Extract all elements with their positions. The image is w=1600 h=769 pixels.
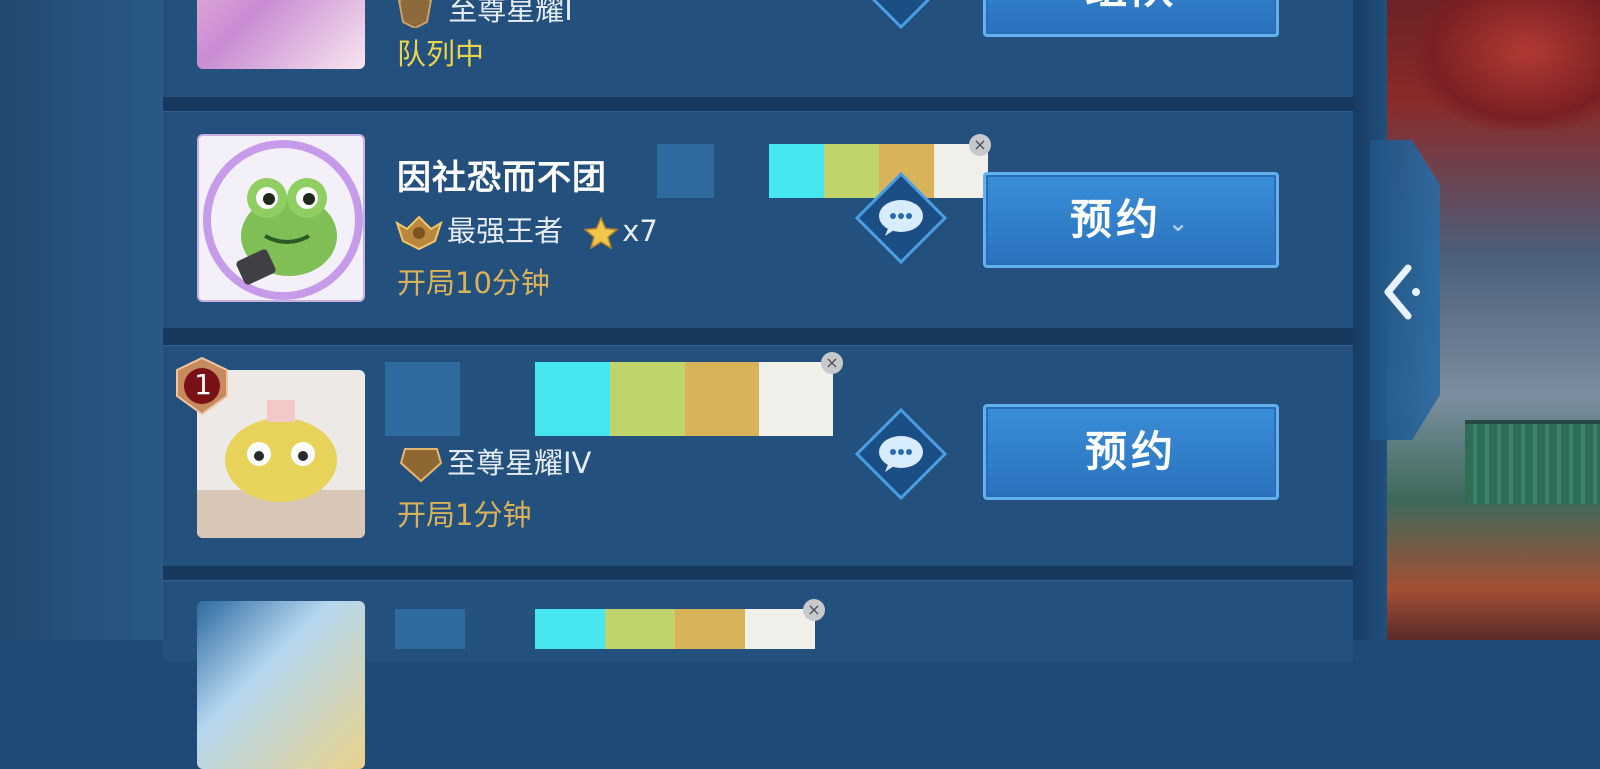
- button-label: 组队: [1085, 0, 1177, 13]
- frog-avatar-image: [203, 140, 363, 300]
- rank-label: IV至尊星耀IV: [399, 440, 591, 483]
- redacted-name-bar: [395, 609, 815, 649]
- chat-bubble-icon[interactable]: [853, 0, 949, 31]
- player-status: 开局10分钟: [397, 266, 550, 300]
- player-status: 队列中: [397, 37, 485, 71]
- player-status: 开局1分钟: [397, 498, 532, 532]
- rank-badge-icon: [395, 215, 443, 251]
- chat-bubble-icon[interactable]: [853, 406, 949, 502]
- rank-badge-icon: [397, 0, 433, 28]
- close-icon[interactable]: ×: [821, 352, 843, 374]
- player-avatar: [197, 134, 365, 302]
- chevron-down-icon: ⌄: [1167, 208, 1193, 237]
- chat-bubble-icon[interactable]: [853, 170, 949, 266]
- rank-label: 最强王者 x7: [395, 208, 658, 251]
- player-name: 因社恐而不团: [397, 158, 607, 198]
- player-card: 因社恐而不团 × 最强王者 x7 开局10分钟 预约 ⌄: [163, 111, 1353, 328]
- button-label: 预约: [1084, 427, 1177, 476]
- left-background: [0, 0, 165, 640]
- player-avatar: [197, 0, 365, 69]
- star-icon: [584, 217, 619, 249]
- player-card: 1 × IV至尊星耀IV 开局1分钟 预约: [163, 345, 1353, 566]
- close-icon[interactable]: ×: [969, 134, 991, 156]
- close-icon[interactable]: ×: [803, 599, 825, 621]
- rank-badge-icon: [399, 448, 443, 483]
- redacted-name-bar: [385, 362, 833, 436]
- rank-number: 1: [194, 368, 212, 401]
- collapse-chevron-icon[interactable]: [1378, 262, 1428, 322]
- reserve-button[interactable]: 预约: [983, 404, 1279, 500]
- button-label: 预约: [1069, 195, 1162, 244]
- player-card: 至尊星耀I 队列中 组队: [163, 0, 1353, 97]
- reserve-button[interactable]: 预约 ⌄: [983, 172, 1279, 268]
- rank-label: 至尊星耀I: [395, 0, 573, 29]
- team-up-button[interactable]: 组队: [983, 0, 1279, 37]
- player-card: ×: [163, 580, 1353, 769]
- player-avatar: [197, 601, 365, 769]
